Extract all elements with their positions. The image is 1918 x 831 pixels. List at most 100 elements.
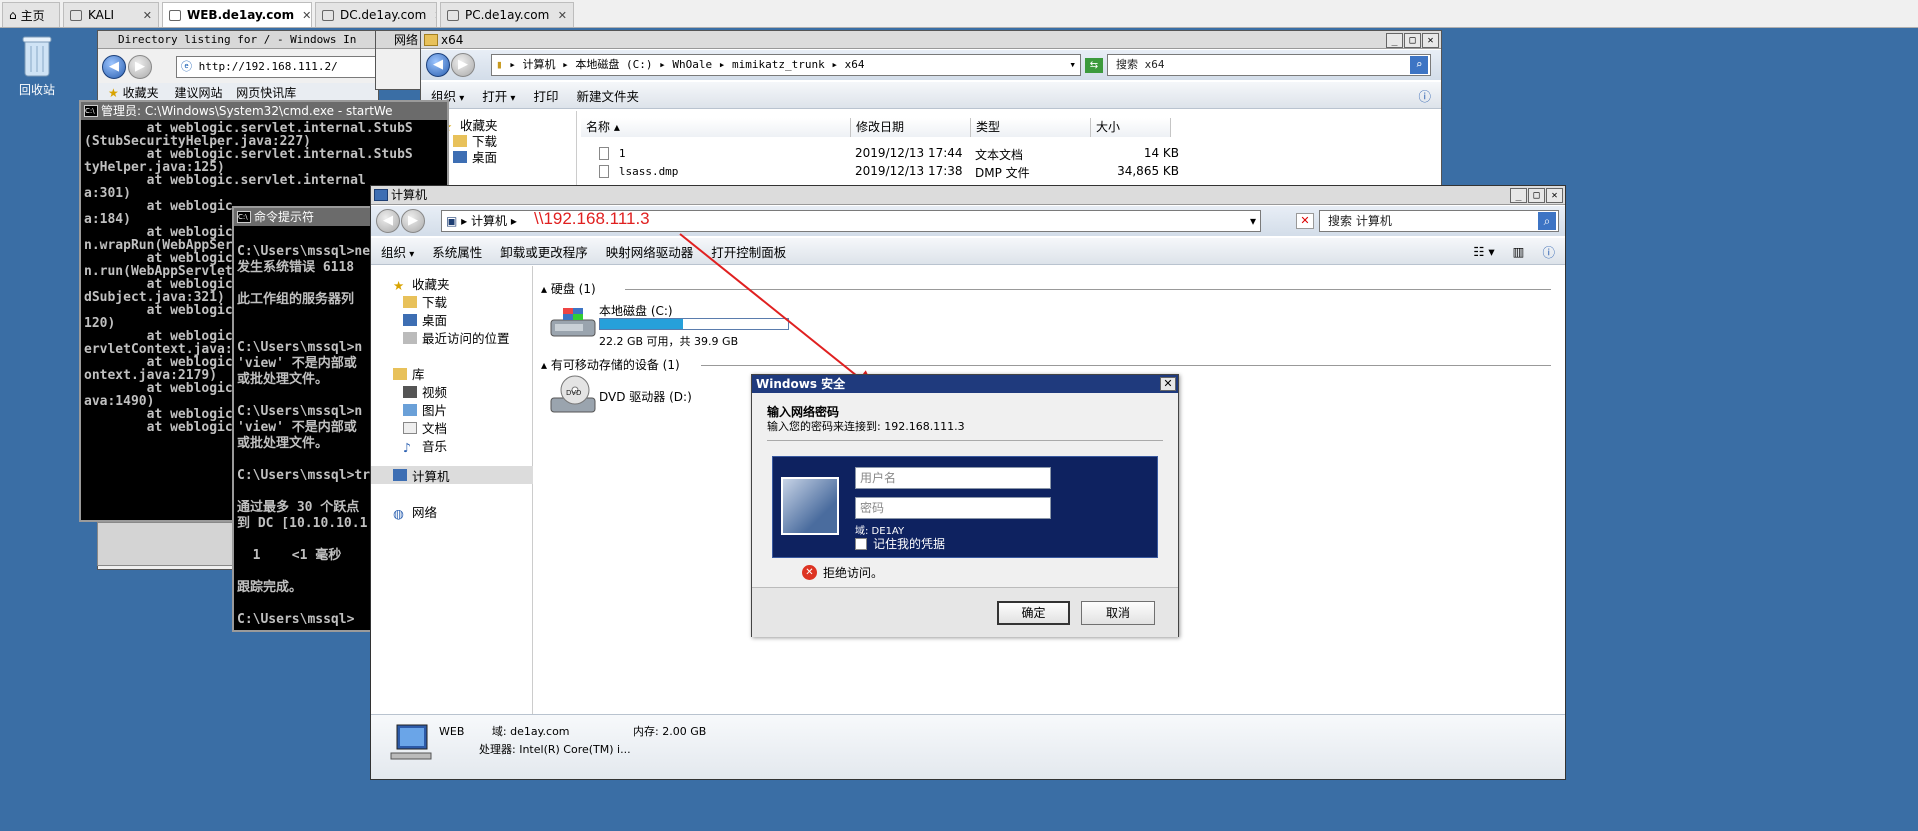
table-row[interactable]: 1 2019/12/13 17:44 文本文档 14 KB [599, 146, 1179, 162]
search-icon[interactable]: ⌕ [1410, 56, 1428, 74]
nav-videos[interactable]: 视频 [403, 382, 447, 401]
computer-search-input[interactable]: 搜索 计算机 ⌕ [1319, 210, 1559, 232]
search-icon[interactable]: ⌕ [1538, 212, 1556, 230]
cancel-button[interactable]: 取消 [1081, 601, 1155, 625]
nav-libraries[interactable]: 库 [393, 364, 425, 383]
help-icon[interactable]: ⓘ [1542, 242, 1555, 261]
minimize-icon[interactable]: _ [1510, 188, 1527, 203]
nav-computer[interactable]: 计算机 [371, 466, 533, 484]
x64-breadcrumb[interactable]: ▮ ▸ 计算机 ▸ 本地磁盘 (C:) ▸ WhOale ▸ mimikatz_… [491, 54, 1081, 76]
checkbox[interactable] [855, 537, 867, 550]
column-type[interactable]: 类型 [971, 118, 1091, 137]
remember-credentials[interactable]: 记住我的凭据 [855, 535, 945, 552]
column-date[interactable]: 修改日期 [851, 118, 971, 137]
uninstall-button[interactable]: 卸载或更改程序 [500, 242, 588, 261]
chevron-down-icon[interactable]: ▾ [1069, 55, 1076, 75]
back-icon[interactable]: ◀ [376, 209, 400, 233]
minimize-icon[interactable]: _ [1386, 33, 1403, 48]
table-row[interactable]: lsass.dmp 2019/12/13 17:38 DMP 文件 34,865… [599, 164, 1179, 180]
credential-panel: 用户名 密码 域: DE1AY 记住我的凭据 [772, 456, 1158, 558]
nav-favorites[interactable]: ★收藏夹 [393, 274, 450, 293]
nav-network[interactable]: ◍ 网络 [393, 502, 437, 521]
stop-icon[interactable]: ✕ [1296, 213, 1314, 229]
ie-title: Directory listing for / - Windows In [98, 31, 378, 49]
tab-pc[interactable]: PC.de1ay.com ✕ [440, 2, 574, 27]
drive-dvd[interactable]: DVD DVD 驱动器 (D:) [549, 374, 749, 418]
home-icon: ⌂ [9, 8, 17, 22]
chevron-down-icon[interactable]: ▾ [1250, 211, 1256, 231]
close-tab-icon[interactable]: ✕ [294, 9, 311, 22]
recent-places-icon [403, 331, 417, 344]
drive-c[interactable]: 本地磁盘 (C:) 22.2 GB 可用，共 39.9 GB [549, 302, 789, 352]
forward-icon[interactable]: ▶ [401, 209, 425, 233]
explorer-x64-window[interactable]: x64 _ □ ✕ ◀ ▶ ▮ ▸ 计算机 ▸ 本地磁盘 (C:) ▸ WhOale… [420, 30, 1442, 195]
close-tab-icon[interactable]: ✕ [135, 9, 152, 22]
console-line: 到 DC [10.10.10.1 [237, 516, 368, 531]
vm-icon [169, 9, 181, 21]
nav-desktop[interactable]: 桌面 [453, 147, 497, 166]
network-window-stub[interactable]: 网络 [375, 30, 425, 90]
nav-recent[interactable]: 最近访问的位置 [403, 328, 510, 347]
username-input[interactable]: 用户名 [855, 467, 1051, 489]
nav-desktop[interactable]: 桌面 [403, 310, 447, 329]
cmd-icon: C:\ [237, 211, 251, 223]
console-line: C:\Users\mssql>n [237, 340, 363, 355]
download-folder-icon [453, 134, 467, 147]
close-icon[interactable]: ✕ [1160, 377, 1176, 391]
back-icon[interactable]: ◀ [426, 53, 450, 77]
nav-pictures[interactable]: 图片 [403, 400, 447, 419]
nav-downloads[interactable]: 下载 [403, 292, 447, 311]
print-button[interactable]: 打印 [533, 86, 558, 105]
console-line: C:\Users\mssql>ne [237, 244, 371, 259]
computer-address-bar[interactable]: ▣ ▸ 计算机 ▸ \\192.168.111.3 ▾ [441, 210, 1261, 232]
map-drive-button[interactable]: 映射网络驱动器 [606, 242, 694, 261]
control-panel-button[interactable]: 打开控制面板 [711, 242, 786, 261]
group-divider [625, 289, 1551, 290]
x64-title: x64 [421, 31, 1441, 49]
close-icon[interactable]: ✕ [1546, 188, 1563, 203]
maximize-icon[interactable]: □ [1528, 188, 1545, 203]
cmd-prompt-window[interactable]: C:\ 命令提示符 C:\Users\mssql>ne 发生系统错误 6118 此工… [232, 206, 374, 632]
x64-search-input[interactable]: 搜索 x64 ⌕ [1107, 54, 1431, 76]
document-icon [403, 421, 417, 434]
music-icon: ♪ [403, 439, 411, 455]
refresh-icon[interactable]: ⇆ [1085, 58, 1103, 73]
windows-security-dialog[interactable]: Windows 安全 ✕ 输入网络密码 输入您的密码来连接到: 192.168.… [751, 374, 1179, 637]
ok-button[interactable]: 确定 [997, 601, 1070, 625]
forward-icon[interactable]: ▶ [128, 55, 152, 79]
new-folder-button[interactable]: 新建文件夹 [576, 86, 639, 105]
console-line: 此工作组的服务器列 [237, 292, 355, 307]
desktop-icon [403, 313, 417, 326]
system-properties-button[interactable]: 系统属性 [432, 242, 482, 261]
close-tab-icon[interactable]: ✕ [550, 9, 567, 22]
organize-button[interactable]: 组织 [381, 242, 414, 261]
preview-pane-icon[interactable]: ▥ [1513, 244, 1525, 259]
x64-window-controls: _ □ ✕ [1386, 33, 1439, 48]
close-tab-icon[interactable]: ✕ [426, 9, 436, 22]
open-button[interactable]: 打开 [482, 86, 515, 105]
group-header-hdd[interactable]: ▴ 硬盘 (1) [541, 280, 596, 297]
password-input[interactable]: 密码 [855, 497, 1051, 519]
computer-window-controls: _ □ ✕ [1510, 188, 1563, 203]
console-line: 或批处理文件。 [237, 372, 329, 387]
maximize-icon[interactable]: □ [1404, 33, 1421, 48]
group-header-removable[interactable]: ▴ 有可移动存储的设备 (1) [541, 356, 680, 373]
help-icon[interactable]: ⓘ [1418, 86, 1431, 105]
nav-documents[interactable]: 文档 [403, 418, 447, 437]
column-size[interactable]: 大小 [1091, 118, 1171, 137]
tab-kali[interactable]: KALI ✕ [63, 2, 159, 27]
tab-dc[interactable]: DC.de1ay.com✕ [315, 2, 437, 27]
recycle-bin[interactable]: 回收站 [14, 34, 60, 98]
cmd-prompt-output[interactable]: C:\Users\mssql>ne 发生系统错误 6118 此工作组的服务器列 C… [237, 228, 372, 630]
nav-music[interactable]: ♪ 音乐 [403, 436, 447, 455]
close-icon[interactable]: ✕ [1422, 33, 1439, 48]
column-name[interactable]: 名称 ▴ [581, 118, 851, 137]
view-icon[interactable]: ☷ ▾ [1473, 244, 1494, 259]
divider [767, 440, 1163, 441]
tab-home[interactable]: ⌂ 主页 [2, 2, 60, 27]
ie-address-bar[interactable]: ⓔ http://192.168.111.2/ [176, 56, 376, 78]
forward-icon[interactable]: ▶ [451, 53, 475, 77]
tab-web[interactable]: WEB.de1ay.com ✕ [162, 2, 312, 27]
back-icon[interactable]: ◀ [102, 55, 126, 79]
